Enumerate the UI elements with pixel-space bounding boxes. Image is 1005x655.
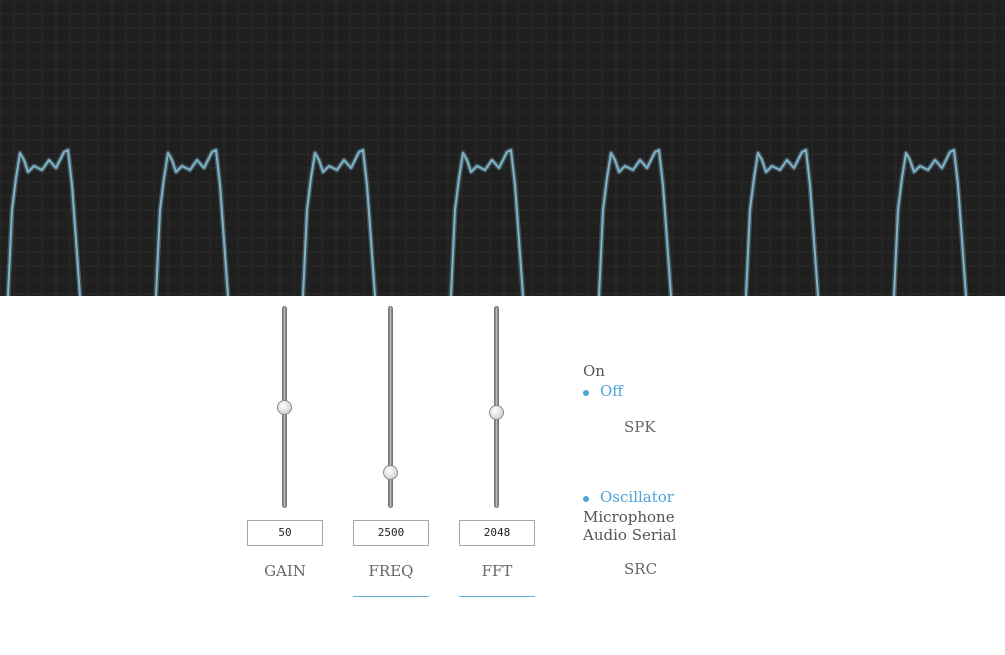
speaker-option-on-label: On [583, 362, 605, 380]
source-option-oscillator[interactable]: Oscillator [583, 488, 677, 508]
freq-label: FREQ [368, 562, 414, 580]
gain-slider-thumb[interactable] [277, 399, 292, 415]
source-option-microphone[interactable]: Microphone [583, 508, 677, 526]
speaker-radio-group: On Off [583, 362, 623, 402]
source-group-label: SRC [624, 560, 658, 578]
speaker-group-label: SPK [624, 418, 656, 436]
waveform-trace [7, 149, 967, 296]
speaker-option-off[interactable]: Off [583, 382, 623, 402]
fft-label: FFT [481, 562, 513, 580]
speaker-option-on[interactable]: On [583, 362, 623, 382]
speaker-option-off-label: Off [600, 382, 623, 400]
source-option-audio-serial-label: Audio Serial [583, 526, 677, 544]
freq-underline [353, 596, 429, 597]
source-radio-group: Oscillator Microphone Audio Serial [583, 488, 677, 546]
freq-slider-thumb[interactable] [383, 464, 398, 480]
source-option-audio-serial[interactable]: Audio Serial [583, 526, 677, 546]
selected-dot-icon [583, 496, 589, 502]
freq-value-input[interactable]: 2500 [353, 520, 429, 546]
gain-value-input[interactable]: 50 [247, 520, 323, 546]
waveform-canvas [0, 0, 1005, 296]
fft-value-input[interactable]: 2048 [459, 520, 535, 546]
source-option-oscillator-label: Oscillator [600, 488, 674, 506]
fft-underline [459, 596, 535, 597]
waveform-glow [5, 147, 969, 296]
selected-dot-icon [583, 390, 589, 396]
fft-slider-thumb[interactable] [489, 405, 504, 421]
oscilloscope-display [0, 0, 1005, 296]
source-option-microphone-label: Microphone [583, 508, 675, 526]
gain-label: GAIN [264, 562, 306, 580]
